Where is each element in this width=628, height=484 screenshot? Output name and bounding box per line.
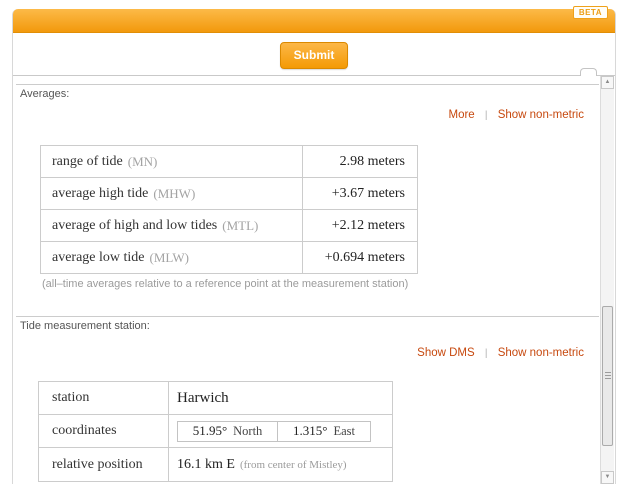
row-code: (MTL) <box>222 218 258 234</box>
scroll-up-icon[interactable]: ▲ <box>601 76 614 89</box>
latitude-box: 51.95° North <box>177 421 278 442</box>
show-dms-link[interactable]: Show DMS <box>417 347 475 359</box>
results-panel: BETA Submit Averages: More | Show non-me… <box>12 9 616 484</box>
table-row-value: +2.12 meters <box>303 210 418 242</box>
scrollbar-thumb[interactable] <box>602 306 613 446</box>
relative-position-value-cell: 16.1 km E (from center of Mistley) <box>169 448 393 482</box>
scrollbar-grip-icon <box>605 372 611 380</box>
averages-caption: (all–time averages relative to a referen… <box>42 278 408 290</box>
longitude-direction: East <box>333 424 355 439</box>
show-non-metric-link[interactable]: Show non-metric <box>498 347 584 359</box>
table-row-value: +3.67 meters <box>303 178 418 210</box>
station-label-cell: station <box>39 382 169 415</box>
coordinates-label-cell: coordinates <box>39 415 169 448</box>
scrolled-element-fragment <box>580 68 597 76</box>
link-separator: | <box>485 110 488 121</box>
page: BETA Submit Averages: More | Show non-me… <box>0 0 628 484</box>
vertical-scrollbar[interactable]: ▲ ▼ <box>600 76 614 484</box>
section-divider <box>16 316 599 317</box>
row-label-text: average of high and low tides <box>52 218 217 234</box>
row-label-text: average high tide <box>52 186 148 202</box>
relative-position-note: (from center of Mistley) <box>240 459 347 471</box>
scroll-down-icon[interactable]: ▼ <box>601 471 614 484</box>
beta-badge: BETA <box>573 6 608 19</box>
table-row-label: average of high and low tides (MTL) <box>41 210 303 242</box>
row-code: (MHW) <box>153 186 195 202</box>
averages-section-title: Averages: <box>20 88 69 100</box>
row-label-text: range of tide <box>52 154 123 170</box>
table-row-value: 2.98 meters <box>303 146 418 178</box>
station-section-title: Tide measurement station: <box>20 320 150 332</box>
station-links: Show DMS | Show non-metric <box>417 347 584 359</box>
table-row-value: +0.694 meters <box>303 242 418 274</box>
table-row-label: average high tide (MHW) <box>41 178 303 210</box>
show-non-metric-link[interactable]: Show non-metric <box>498 109 584 121</box>
longitude-box: 1.315° East <box>277 421 371 442</box>
longitude-value: 1.315° <box>293 423 327 439</box>
averages-table: range of tide (MN) 2.98 meters average h… <box>40 145 418 274</box>
latitude-value: 51.95° <box>193 423 227 439</box>
station-table: station Harwich coordinates 51.95° North… <box>38 381 393 482</box>
submit-row: Submit <box>13 33 615 76</box>
station-value-cell: Harwich <box>169 382 393 415</box>
table-row-label: average low tide (MLW) <box>41 242 303 274</box>
panel-header-bar <box>13 9 615 33</box>
submit-button[interactable]: Submit <box>280 42 349 69</box>
latitude-direction: North <box>233 424 262 439</box>
averages-links: More | Show non-metric <box>448 109 584 121</box>
section-divider <box>16 84 599 85</box>
row-code: (MN) <box>128 154 158 170</box>
table-row-label: range of tide (MN) <box>41 146 303 178</box>
link-separator: | <box>485 348 488 359</box>
relative-position-label-cell: relative position <box>39 448 169 482</box>
row-label-text: average low tide <box>52 250 145 266</box>
relative-position-value: 16.1 km E <box>177 457 235 473</box>
row-code: (MLW) <box>150 250 189 266</box>
more-link[interactable]: More <box>448 109 474 121</box>
coordinates-value-cell: 51.95° North 1.315° East <box>169 415 393 448</box>
